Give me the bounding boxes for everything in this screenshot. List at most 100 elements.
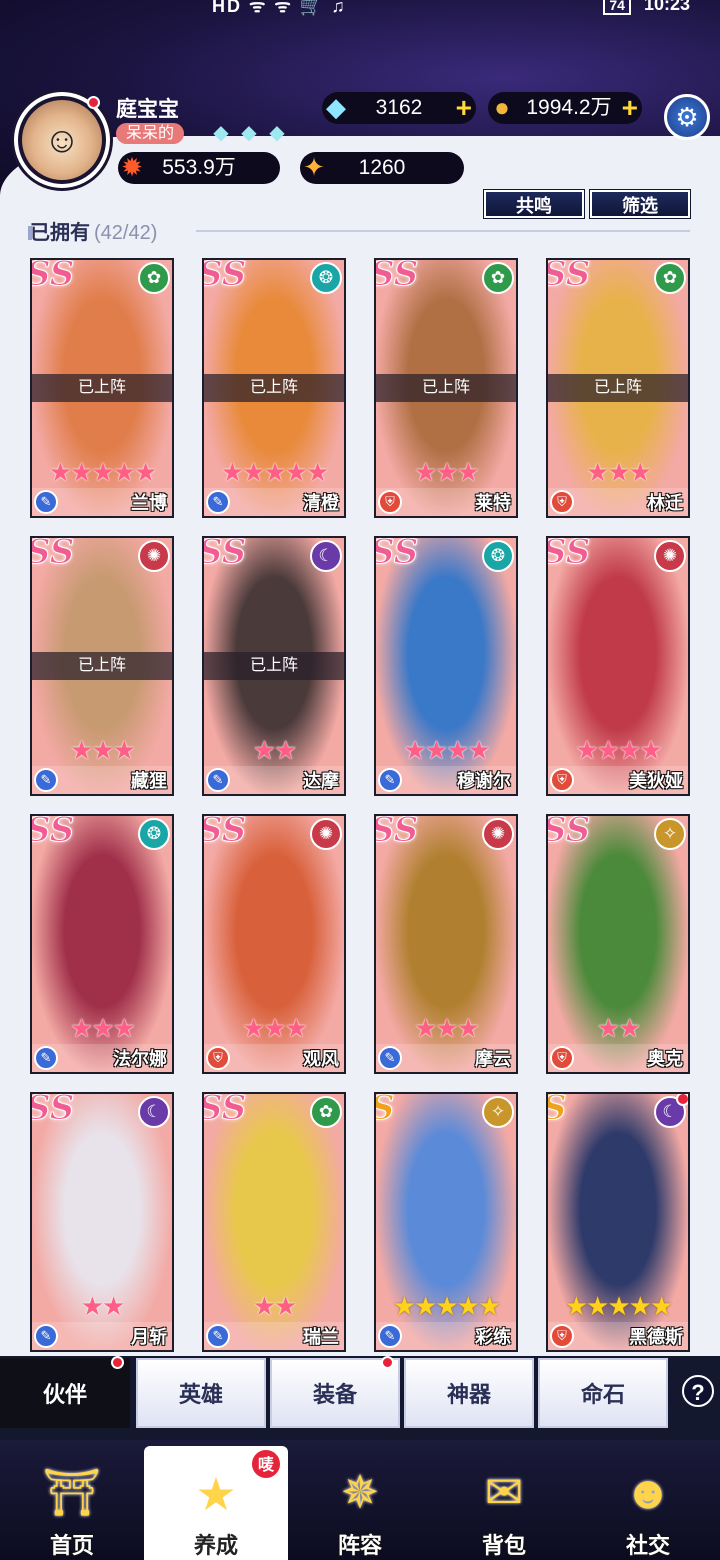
- hero-name: 彩练: [475, 1327, 511, 1347]
- class-icon: ✎: [34, 1046, 58, 1070]
- nav-label: 首页: [49, 1533, 94, 1558]
- hero-name: 瑞兰: [303, 1327, 339, 1347]
- star-icon: ★: [91, 457, 114, 487]
- player-title-badge[interactable]: 呆呆的: [116, 123, 185, 144]
- hero-card[interactable]: SS ✿ ★★ ✎ 瑞兰: [202, 1092, 346, 1352]
- hero-card[interactable]: SS ✺ 已上阵 ★★★ ✎ 藏狸: [30, 536, 174, 796]
- hero-name: 法尔娜: [113, 1049, 167, 1069]
- help-button[interactable]: ?: [682, 1375, 714, 1407]
- nav-item[interactable]: ⛩ 首页: [0, 1440, 144, 1560]
- gear-icon[interactable]: ⚙: [664, 94, 710, 140]
- star-icon: ★: [435, 1291, 458, 1321]
- star-rating: ★★★: [32, 735, 172, 766]
- star-icon: ★: [586, 457, 609, 487]
- hero-name: 达摩: [303, 771, 339, 791]
- class-icon: ✎: [206, 490, 230, 514]
- hero-name: 林迁: [647, 493, 683, 513]
- star-rating: ★★★★: [376, 735, 516, 766]
- element-icon: ❂: [310, 262, 342, 294]
- star-icon: ★: [274, 735, 297, 765]
- avatar-notification-dot: [87, 96, 100, 109]
- vip-gems: ◆ ◆ ◆: [210, 122, 288, 144]
- star-icon: ★: [70, 457, 93, 487]
- deployed-label: 已上阵: [32, 652, 172, 680]
- element-icon: ✿: [138, 262, 170, 294]
- class-icon: ⛨: [550, 1324, 574, 1348]
- star-icon: ★: [284, 457, 308, 487]
- class-icon: ⛨: [206, 1046, 230, 1070]
- nav-item[interactable]: ★ 养成 唛: [144, 1446, 288, 1560]
- hero-card[interactable]: SS ✺ ★★★ ⛨ 观风: [202, 814, 346, 1074]
- nav-item[interactable]: ✵ 阵容: [288, 1440, 432, 1560]
- star-rating: ★★★: [32, 1013, 172, 1044]
- hero-card[interactable]: SS ✺ ★★★★ ⛨ 美狄娅: [546, 536, 690, 796]
- class-icon: ✎: [378, 1046, 402, 1070]
- hero-card[interactable]: SS ☾ 已上阵 ★★ ✎ 达摩: [202, 536, 346, 796]
- hero-card[interactable]: SS ❂ ★★★ ✎ 法尔娜: [30, 814, 174, 1074]
- star-icon: ★: [414, 1013, 437, 1043]
- gold-counter[interactable]: ● 1994.2万 +: [488, 92, 642, 124]
- element-icon: ❂: [138, 818, 170, 850]
- star-icon: ★: [467, 735, 490, 765]
- nav-item[interactable]: ✉ 背包: [432, 1440, 576, 1560]
- nav-item[interactable]: ☻ 社交: [576, 1440, 720, 1560]
- hero-card[interactable]: SS ✿ 已上阵 ★★★ ⛨ 莱特: [374, 258, 518, 518]
- nav-badge: 唛: [250, 1448, 282, 1480]
- rank-badge: SS: [546, 814, 591, 851]
- rank-badge: SS: [202, 814, 247, 851]
- hero-card[interactable]: SS ✧ ★★ ⛨ 奥克: [546, 814, 690, 1074]
- rank-badge: SS: [374, 814, 419, 851]
- sub-tab[interactable]: 神器: [404, 1358, 534, 1428]
- star-rating: ★★★: [548, 457, 688, 488]
- player-avatar[interactable]: ☺: [14, 92, 110, 188]
- sub-tab-label: 装备: [312, 1382, 357, 1407]
- hero-card[interactable]: SS ✿ 已上阵 ★★★★★ ✎ 兰博: [30, 258, 174, 518]
- hero-card[interactable]: S✧★★★★★✎彩练: [374, 1092, 518, 1352]
- hero-name: 清橙: [303, 493, 339, 513]
- star-icon: ★: [48, 457, 72, 487]
- nav-label: 养成: [193, 1533, 238, 1558]
- element-icon: ✿: [310, 1096, 342, 1128]
- hero-name: 穆谢尔: [457, 771, 511, 791]
- rank-badge: SS: [202, 536, 247, 573]
- star-icon: ★: [435, 1013, 458, 1043]
- class-icon: ⛨: [550, 490, 574, 514]
- star-icon: ★: [403, 735, 426, 765]
- sub-tab[interactable]: 装备: [270, 1356, 400, 1428]
- star-icon: ★: [456, 1013, 480, 1043]
- star-icon: ★: [242, 457, 265, 487]
- star-icon: ★: [392, 1291, 416, 1321]
- element-icon: ❂: [482, 540, 514, 572]
- hero-card[interactable]: SS ❂ 已上阵 ★★★★★ ✎ 清橙: [202, 258, 346, 518]
- class-icon: ⛨: [378, 490, 402, 514]
- hero-card[interactable]: SS ☾ ★★ ✎ 月斩: [30, 1092, 174, 1352]
- deployed-label: 已上阵: [204, 374, 344, 402]
- star-icon: ★: [649, 1291, 673, 1321]
- rank-badge: S: [548, 1094, 567, 1129]
- diamond-icon: ◆: [269, 122, 285, 144]
- add-diamond-icon[interactable]: +: [456, 92, 472, 124]
- hero-name: 摩云: [475, 1049, 511, 1069]
- diamond-counter[interactable]: ◆ 3162 +: [322, 92, 476, 124]
- hero-card[interactable]: SS ✿ 已上阵 ★★★ ⛨ 林迁: [546, 258, 690, 518]
- sub-tab[interactable]: 伙伴: [0, 1356, 130, 1428]
- star-icon: ★: [456, 1291, 480, 1321]
- star-rating: ★★★★★: [376, 1291, 516, 1322]
- star-icon: ★: [80, 1291, 104, 1321]
- star-icon: ★: [607, 1291, 630, 1321]
- sub-tab[interactable]: 命石: [538, 1358, 668, 1428]
- diamond-icon: ◆: [213, 122, 229, 144]
- star-icon: ★: [456, 457, 480, 487]
- sub-tab[interactable]: 英雄: [136, 1358, 266, 1428]
- star-rating: ★★★★★: [32, 457, 172, 488]
- star-icon: ★: [414, 457, 437, 487]
- rank-badge: SS: [30, 258, 75, 295]
- hero-name: 黑德斯: [629, 1327, 683, 1347]
- element-icon: ✺: [310, 818, 342, 850]
- hero-card[interactable]: S☾★★★★★⛨黑德斯: [546, 1092, 690, 1352]
- nav-label: 社交: [625, 1533, 670, 1558]
- hero-card[interactable]: SS ❂ ★★★★ ✎ 穆谢尔: [374, 536, 518, 796]
- hero-card[interactable]: SS ✺ ★★★ ✎ 摩云: [374, 814, 518, 1074]
- add-gold-icon[interactable]: +: [622, 92, 638, 124]
- notification-dot: [676, 1094, 688, 1106]
